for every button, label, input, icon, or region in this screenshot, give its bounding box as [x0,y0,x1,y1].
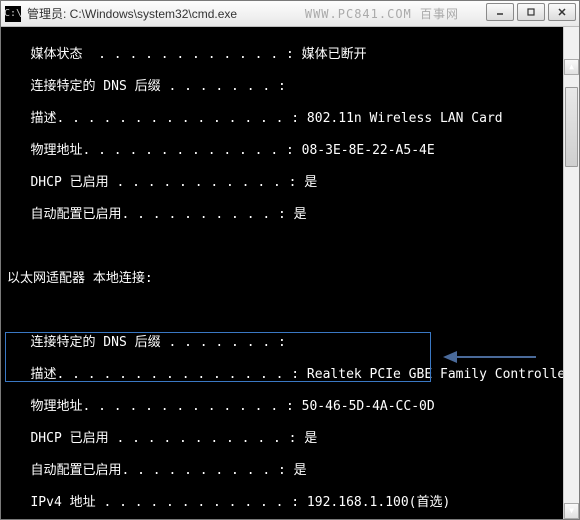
app-icon: C:\ [5,6,21,22]
output-line: 描述. . . . . . . . . . . . . . . : Realte… [7,367,573,383]
titlebar[interactable]: C:\ 管理员: C:\Windows\system32\cmd.exe WWW… [1,1,579,27]
output-line: DHCP 已启用 . . . . . . . . . . . : 是 [7,175,573,191]
cmd-window: C:\ 管理员: C:\Windows\system32\cmd.exe WWW… [0,0,580,520]
window-controls [486,3,576,21]
watermark-text: WWW.PC841.COM 百事网 [305,5,459,22]
console-output[interactable]: 媒体状态 . . . . . . . . . . . . : 媒体已断开 连接特… [1,27,579,519]
output-line: 连接特定的 DNS 后缀 . . . . . . . : [7,79,573,95]
output-line [7,303,573,319]
scroll-thumb[interactable] [565,87,578,167]
output-line: 媒体状态 . . . . . . . . . . . . : 媒体已断开 [7,47,573,63]
scroll-down-button[interactable]: ▼ [564,503,579,519]
adapter-header: 以太网适配器 本地连接: [7,271,573,287]
maximize-button[interactable] [517,3,545,21]
scroll-up-button[interactable]: ▲ [564,59,579,75]
output-line: IPv4 地址 . . . . . . . . . . . . : 192.16… [7,495,573,511]
window-title: 管理员: C:\Windows\system32\cmd.exe [27,5,237,22]
output-line [7,239,573,255]
close-button[interactable] [548,3,576,21]
output-line: 描述. . . . . . . . . . . . . . . : 802.11… [7,111,573,127]
minimize-button[interactable] [486,3,514,21]
output-line: 物理地址. . . . . . . . . . . . . : 50-46-5D… [7,399,573,415]
output-line: 连接特定的 DNS 后缀 . . . . . . . : [7,335,573,351]
output-line: 物理地址. . . . . . . . . . . . . : 08-3E-8E… [7,143,573,159]
vertical-scrollbar[interactable]: ▲ ▼ [563,27,579,519]
output-line: 自动配置已启用. . . . . . . . . . : 是 [7,463,573,479]
output-line: DHCP 已启用 . . . . . . . . . . . : 是 [7,431,573,447]
output-line: 自动配置已启用. . . . . . . . . . : 是 [7,207,573,223]
